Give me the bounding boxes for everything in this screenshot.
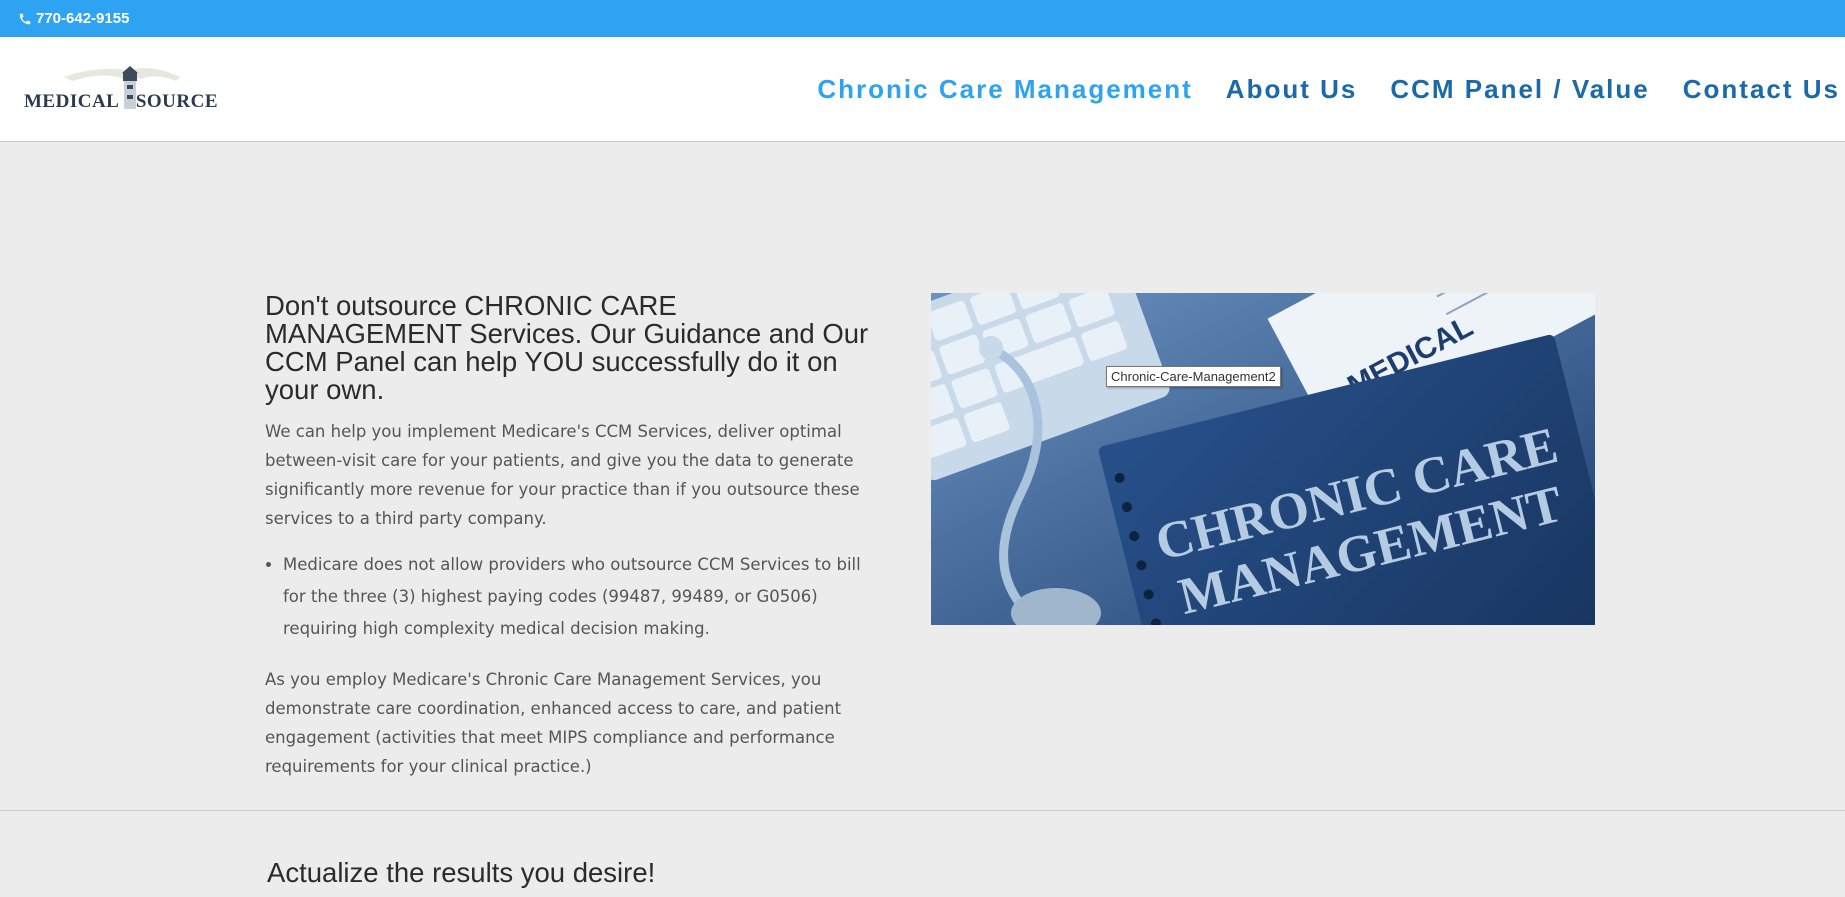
nav-item-chronic-care-management[interactable]: Chronic Care Management <box>817 74 1192 105</box>
nav-item-about-us[interactable]: About Us <box>1226 74 1358 105</box>
main-nav: Chronic Care Management About Us CCM Pan… <box>784 74 1840 105</box>
intro-column: Don't outsource CHRONIC CARE MANAGEMENT … <box>265 292 880 797</box>
image-tooltip: Chronic-Care-Management2 <box>1106 366 1281 387</box>
main-content: Don't outsource CHRONIC CARE MANAGEMENT … <box>0 142 1845 888</box>
top-bar: 770-642-9155 <box>0 0 1845 37</box>
chronic-care-management-image: MEDICAL CHRONIC CARE MANAGEMENT <box>931 293 1595 625</box>
closing-paragraph: As you employ Medicare's Chronic Care Ma… <box>265 670 842 776</box>
nav-item-contact-us[interactable]: Contact Us <box>1683 74 1840 105</box>
site-header: MEDICAL SOURCE Chronic Care Management A… <box>0 37 1845 142</box>
section-headline: Actualize the results you desire! <box>267 857 656 888</box>
hero-image: MEDICAL CHRONIC CARE MANAGEMENT <box>931 293 1595 625</box>
logo-text-left: MEDICAL <box>24 91 120 112</box>
bullet-list: Medicare does not allow providers who ou… <box>265 549 880 645</box>
nav-item-ccm-panel-value[interactable]: CCM Panel / Value <box>1390 74 1649 105</box>
intro-paragraph: We can help you implement Medicare's CCM… <box>265 422 860 528</box>
section-divider <box>0 810 1845 811</box>
phone-number[interactable]: 770-642-9155 <box>36 10 129 27</box>
phone-icon <box>18 12 32 26</box>
page-headline: Don't outsource CHRONIC CARE MANAGEMENT … <box>265 290 869 405</box>
site-logo[interactable]: MEDICAL SOURCE <box>24 59 220 119</box>
logo-text-right: SOURCE <box>135 91 218 112</box>
list-item: Medicare does not allow providers who ou… <box>283 549 880 645</box>
